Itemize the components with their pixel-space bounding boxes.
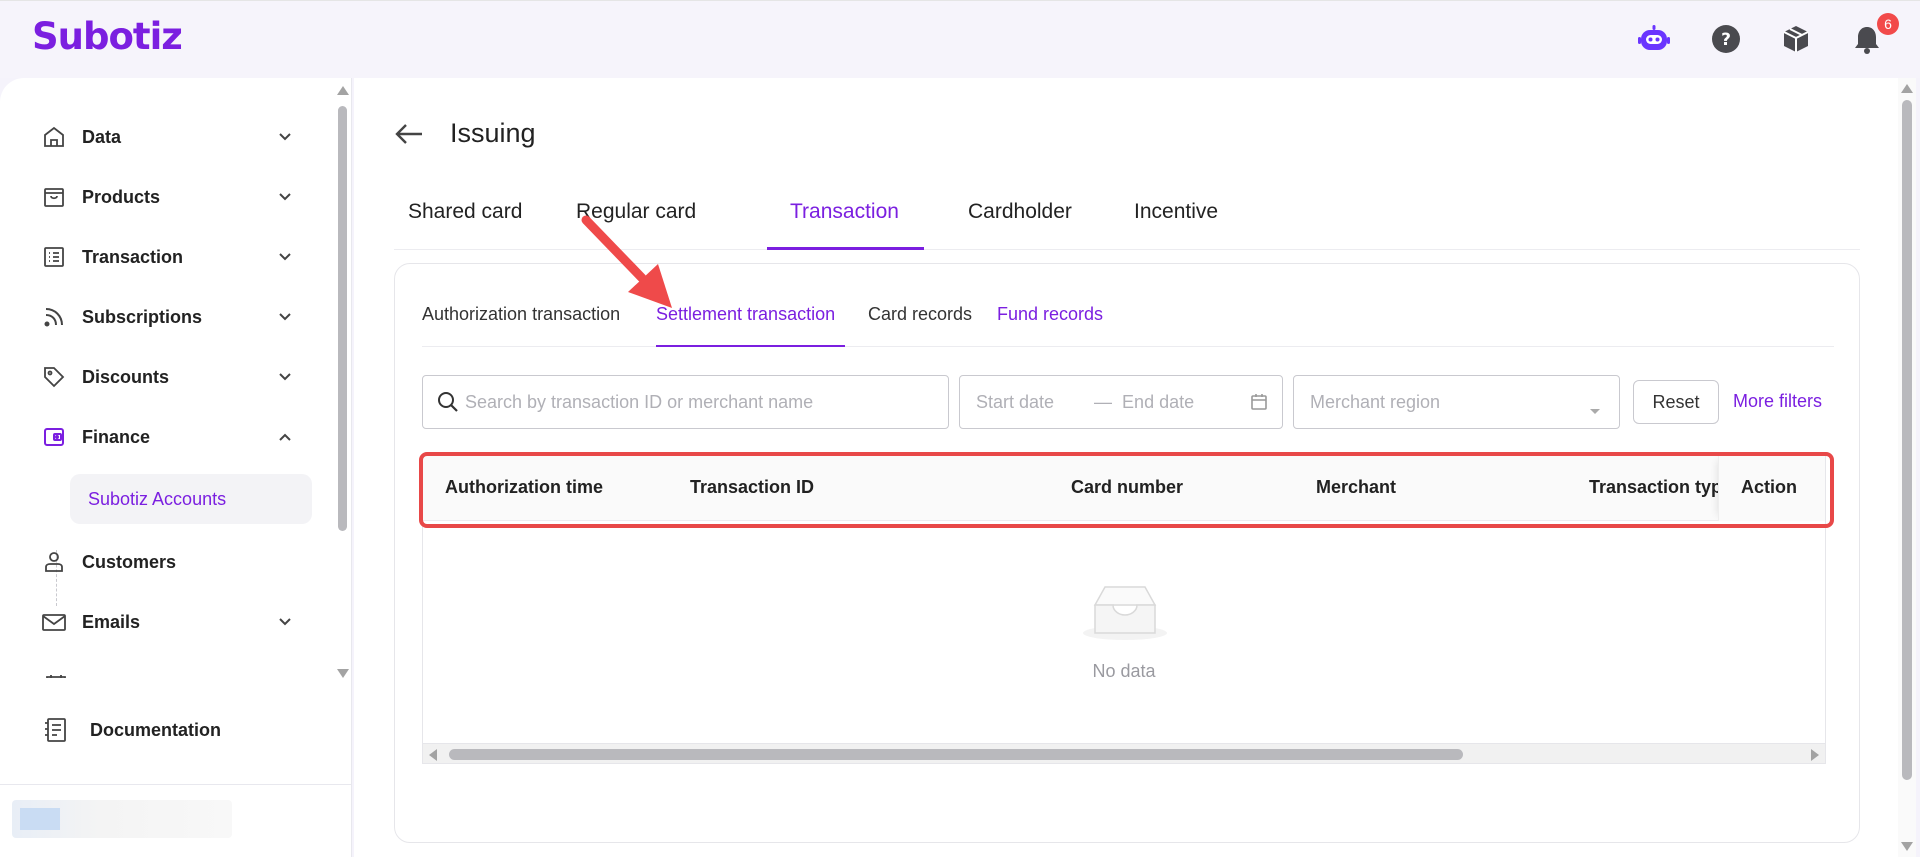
mail-icon bbox=[40, 608, 68, 636]
notification-badge: 6 bbox=[1877, 13, 1899, 35]
page-title: Issuing bbox=[450, 118, 536, 148]
end-date-field[interactable]: End date bbox=[1122, 392, 1194, 413]
column-header: Transaction ID bbox=[690, 477, 815, 497]
svg-text:?: ? bbox=[1721, 30, 1731, 50]
back-arrow-icon[interactable] bbox=[394, 122, 424, 151]
sidebar-item-transaction[interactable]: Transaction bbox=[40, 237, 302, 277]
documentation-label: Documentation bbox=[90, 719, 222, 740]
chevron-up-icon bbox=[278, 429, 292, 447]
sidebar-item-label: Finance bbox=[82, 426, 151, 447]
main-content: Issuing Shared card Regular card Transac… bbox=[354, 78, 1900, 857]
chevron-down-icon bbox=[278, 369, 292, 387]
top-bar: Subotiz ? 6 bbox=[0, 0, 1920, 78]
sidebar-item-label: Products bbox=[82, 186, 161, 207]
search-icon bbox=[437, 391, 459, 413]
scroll-down-arrow-icon[interactable] bbox=[1901, 842, 1913, 851]
document-icon bbox=[42, 716, 70, 744]
home-icon bbox=[40, 123, 68, 151]
scroll-up-arrow-icon[interactable] bbox=[1901, 84, 1913, 93]
transaction-card: Authorization transaction Settlement tra… bbox=[394, 263, 1860, 843]
account-avatar[interactable] bbox=[12, 800, 232, 838]
table-header: Authorization time Transaction ID Card n… bbox=[423, 455, 1825, 521]
merchant-region-placeholder: Merchant region bbox=[1310, 391, 1441, 412]
sidebar-item-label: Customers bbox=[82, 551, 177, 572]
sidebar-item-discounts[interactable]: Discounts bbox=[40, 357, 302, 397]
sidebar-item-customers[interactable]: Customers bbox=[40, 542, 302, 582]
tab-shared-card[interactable]: Shared card bbox=[408, 186, 522, 250]
package-icon[interactable] bbox=[1780, 23, 1812, 55]
sidebar-item-label: Emails bbox=[82, 611, 141, 632]
store-icon bbox=[40, 183, 68, 211]
sidebar-scrollbar[interactable] bbox=[335, 84, 349, 680]
chevron-down-icon bbox=[278, 309, 292, 327]
search-placeholder: Search by transaction ID or merchant nam… bbox=[465, 391, 814, 412]
sidebar-item-emails[interactable]: Emails bbox=[40, 602, 302, 642]
column-header: Transaction type bbox=[1589, 477, 1718, 497]
wallet-icon bbox=[40, 423, 68, 451]
transactions-table: Authorization time Transaction ID Card n… bbox=[422, 454, 1826, 764]
sidebar-item-label: Transaction bbox=[82, 246, 184, 267]
scroll-down-arrow-icon[interactable] bbox=[337, 669, 349, 678]
subtab-fund-records[interactable]: Fund records bbox=[997, 304, 1103, 325]
reset-button[interactable]: Reset bbox=[1633, 380, 1719, 424]
tab-transaction[interactable]: Transaction bbox=[790, 186, 899, 250]
scroll-right-arrow-icon[interactable] bbox=[1811, 749, 1819, 761]
sidebar-item-data[interactable]: Data bbox=[40, 117, 302, 157]
sidebar-subitem-subotiz-accounts[interactable]: Subotiz Accounts bbox=[70, 474, 312, 524]
date-range-picker[interactable]: Start date — End date bbox=[959, 375, 1283, 429]
chevron-down-icon bbox=[278, 189, 292, 207]
list-icon bbox=[40, 243, 68, 271]
sidebar-item-finance[interactable]: Finance bbox=[40, 417, 302, 457]
action-column-header: Action bbox=[1718, 455, 1825, 521]
scrollbar-thumb[interactable] bbox=[449, 749, 1463, 760]
sidebar: Data Products Transaction Subscriptions … bbox=[0, 78, 352, 857]
sidebar-item-label: Subscriptions bbox=[82, 306, 203, 327]
sidebar-item-label: Discounts bbox=[82, 366, 170, 387]
caret-down-icon bbox=[1589, 400, 1601, 421]
sidebar-item-products[interactable]: Products bbox=[40, 177, 302, 217]
main-vertical-scrollbar[interactable] bbox=[1898, 78, 1916, 857]
merchant-region-select[interactable]: Merchant region bbox=[1293, 375, 1620, 429]
column-header: Merchant bbox=[1316, 477, 1397, 497]
divider bbox=[0, 784, 352, 785]
empty-inbox-icon bbox=[1081, 583, 1169, 646]
tab-cardholder[interactable]: Cardholder bbox=[968, 186, 1072, 250]
annotation-arrow-icon bbox=[581, 215, 672, 308]
column-header: Authorization time bbox=[445, 477, 603, 497]
notification-bell-icon[interactable]: 6 bbox=[1851, 13, 1899, 55]
scroll-left-arrow-icon[interactable] bbox=[429, 749, 437, 761]
subtab-card-records[interactable]: Card records bbox=[868, 304, 972, 325]
chevron-down-icon bbox=[278, 614, 292, 632]
empty-state-text: No data bbox=[1092, 661, 1156, 681]
sidebar-item-subscriptions[interactable]: Subscriptions bbox=[40, 297, 302, 337]
table-horizontal-scrollbar[interactable] bbox=[423, 743, 1825, 763]
scrollbar-thumb[interactable] bbox=[338, 106, 347, 531]
active-subtab-indicator bbox=[656, 345, 845, 347]
tag-icon bbox=[40, 363, 68, 391]
rss-icon bbox=[40, 303, 68, 331]
scroll-up-arrow-icon[interactable] bbox=[337, 86, 349, 95]
date-separator: — bbox=[1094, 391, 1113, 412]
app-logo[interactable]: Subotiz bbox=[32, 15, 183, 58]
sidebar-item-clipped bbox=[46, 670, 308, 678]
scrollbar-thumb[interactable] bbox=[1902, 100, 1912, 780]
start-date-field[interactable]: Start date bbox=[976, 392, 1054, 413]
user-icon bbox=[40, 548, 68, 576]
chevron-down-icon bbox=[278, 249, 292, 267]
subtab-settlement-transaction[interactable]: Settlement transaction bbox=[656, 304, 835, 325]
sidebar-item-label: Data bbox=[82, 126, 122, 147]
search-input[interactable]: Search by transaction ID or merchant nam… bbox=[422, 375, 949, 429]
documentation-link[interactable]: Documentation bbox=[42, 710, 304, 750]
chevron-down-icon bbox=[278, 129, 292, 147]
column-header: Card number bbox=[1071, 477, 1184, 497]
assistant-bot-icon[interactable] bbox=[1638, 23, 1670, 55]
calendar-icon bbox=[1250, 393, 1268, 416]
help-icon[interactable]: ? bbox=[1710, 23, 1742, 55]
active-tab-indicator bbox=[767, 247, 924, 250]
more-filters-link[interactable]: More filters bbox=[1733, 391, 1822, 412]
tab-incentive[interactable]: Incentive bbox=[1134, 186, 1218, 250]
